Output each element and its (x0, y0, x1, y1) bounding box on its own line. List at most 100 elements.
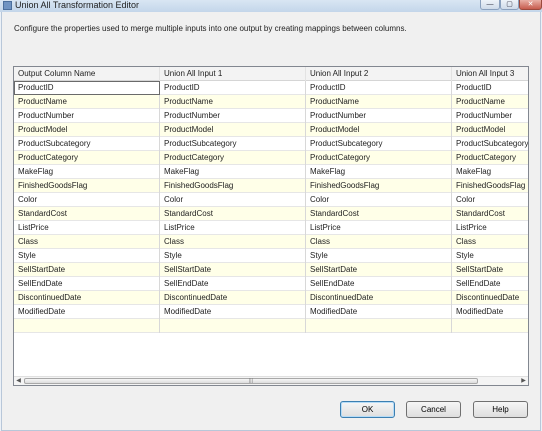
input-column-cell[interactable]: Color (306, 193, 452, 207)
table-row[interactable]: ModifiedDate ModifiedDate ModifiedDate Modi… (14, 305, 528, 319)
input-column-cell[interactable] (160, 319, 306, 333)
cancel-button[interactable]: Cancel (406, 401, 461, 418)
scrollbar-thumb[interactable]: ||| (24, 378, 478, 384)
table-row[interactable]: ProductID ProductID ProductID ProductID (14, 81, 528, 95)
output-column-cell[interactable]: SellEndDate (14, 277, 160, 291)
input-column-cell[interactable]: ModifiedDate (452, 305, 528, 319)
output-column-cell[interactable]: DiscontinuedDate (14, 291, 160, 305)
input-column-cell[interactable]: MakeFlag (306, 165, 452, 179)
header-union-all-input-2[interactable]: Union All Input 2 (306, 67, 452, 81)
output-column-cell[interactable]: ProductModel (14, 123, 160, 137)
scroll-left-arrow-icon[interactable]: ◀ (14, 377, 23, 385)
table-row[interactable] (14, 319, 528, 333)
header-union-all-input-3[interactable]: Union All Input 3 (452, 67, 528, 81)
input-column-cell[interactable]: ProductSubcategory (306, 137, 452, 151)
input-column-cell[interactable]: DiscontinuedDate (160, 291, 306, 305)
table-row[interactable]: ProductNumber ProductNumber ProductNumber P… (14, 109, 528, 123)
input-column-cell[interactable]: Color (160, 193, 306, 207)
input-column-cell[interactable]: Color (452, 193, 528, 207)
input-column-cell[interactable] (306, 319, 452, 333)
input-column-cell[interactable]: ProductModel (160, 123, 306, 137)
output-column-cell[interactable]: MakeFlag (14, 165, 160, 179)
output-column-cell[interactable]: Class (14, 235, 160, 249)
output-column-cell[interactable]: ProductName (14, 95, 160, 109)
input-column-cell[interactable]: ProductNumber (306, 109, 452, 123)
input-column-cell[interactable]: Style (160, 249, 306, 263)
input-column-cell[interactable]: ModifiedDate (306, 305, 452, 319)
table-row[interactable]: SellEndDate SellEndDate SellEndDate SellEnd… (14, 277, 528, 291)
input-column-cell[interactable]: SellEndDate (160, 277, 306, 291)
input-column-cell[interactable]: ProductID (452, 81, 528, 95)
table-row[interactable]: ListPrice ListPrice ListPrice ListPrice (14, 221, 528, 235)
input-column-cell[interactable]: ProductID (160, 81, 306, 95)
input-column-cell[interactable]: FinishedGoodsFlag (160, 179, 306, 193)
input-column-cell[interactable]: ProductCategory (452, 151, 528, 165)
output-column-cell[interactable]: ProductSubcategory (14, 137, 160, 151)
table-row[interactable]: Color Color Color Color (14, 193, 528, 207)
header-output-column-name[interactable]: Output Column Name (14, 67, 160, 81)
output-column-cell[interactable]: FinishedGoodsFlag (14, 179, 160, 193)
input-column-cell[interactable]: ProductName (452, 95, 528, 109)
ok-button[interactable]: OK (340, 401, 395, 418)
table-row[interactable]: DiscontinuedDate DiscontinuedDate Disconti… (14, 291, 528, 305)
input-column-cell[interactable]: FinishedGoodsFlag (306, 179, 452, 193)
input-column-cell[interactable]: ModifiedDate (160, 305, 306, 319)
input-column-cell[interactable]: StandardCost (160, 207, 306, 221)
output-column-cell[interactable]: Color (14, 193, 160, 207)
input-column-cell[interactable]: ProductNumber (452, 109, 528, 123)
input-column-cell[interactable]: StandardCost (452, 207, 528, 221)
scroll-right-arrow-icon[interactable]: ▶ (519, 377, 528, 385)
output-column-cell[interactable]: StandardCost (14, 207, 160, 221)
output-column-cell[interactable]: ModifiedDate (14, 305, 160, 319)
output-column-cell[interactable] (14, 319, 160, 333)
table-row[interactable]: ProductName ProductName ProductName Product… (14, 95, 528, 109)
help-button[interactable]: Help (473, 401, 528, 418)
input-column-cell[interactable]: FinishedGoodsFlag (452, 179, 528, 193)
output-column-cell[interactable]: ProductCategory (14, 151, 160, 165)
output-column-cell[interactable]: ProductID (14, 81, 160, 95)
input-column-cell[interactable]: SellStartDate (306, 263, 452, 277)
table-row[interactable]: FinishedGoodsFlag FinishedGoodsFlag Finish… (14, 179, 528, 193)
input-column-cell[interactable]: ProductName (306, 95, 452, 109)
table-row[interactable]: StandardCost StandardCost StandardCost Stan… (14, 207, 528, 221)
input-column-cell[interactable]: Style (306, 249, 452, 263)
input-column-cell[interactable]: DiscontinuedDate (306, 291, 452, 305)
input-column-cell[interactable]: Class (306, 235, 452, 249)
input-column-cell[interactable]: ListPrice (306, 221, 452, 235)
minimize-button[interactable]: — (480, 0, 500, 10)
close-button[interactable]: ✕ (519, 0, 542, 10)
input-column-cell[interactable]: SellEndDate (306, 277, 452, 291)
input-column-cell[interactable] (452, 319, 528, 333)
input-column-cell[interactable]: MakeFlag (452, 165, 528, 179)
input-column-cell[interactable]: MakeFlag (160, 165, 306, 179)
input-column-cell[interactable]: ProductCategory (306, 151, 452, 165)
table-row[interactable]: Class Class Class Class (14, 235, 528, 249)
table-row[interactable]: ProductSubcategory ProductSubcategory Prod… (14, 137, 528, 151)
input-column-cell[interactable]: SellEndDate (452, 277, 528, 291)
input-column-cell[interactable]: ProductModel (306, 123, 452, 137)
input-column-cell[interactable]: ProductNumber (160, 109, 306, 123)
output-column-cell[interactable]: ListPrice (14, 221, 160, 235)
input-column-cell[interactable]: ProductModel (452, 123, 528, 137)
input-column-cell[interactable]: ProductSubcategory (160, 137, 306, 151)
output-column-cell[interactable]: Style (14, 249, 160, 263)
input-column-cell[interactable]: DiscontinuedDate (452, 291, 528, 305)
table-row[interactable]: Style Style Style Style (14, 249, 528, 263)
horizontal-scrollbar[interactable]: ◀ ||| ▶ (14, 376, 528, 385)
input-column-cell[interactable]: SellStartDate (160, 263, 306, 277)
input-column-cell[interactable]: Class (160, 235, 306, 249)
table-row[interactable]: ProductCategory ProductCategory ProductCat… (14, 151, 528, 165)
input-column-cell[interactable]: ProductName (160, 95, 306, 109)
column-mapping-grid[interactable]: Output Column Name Union All Input 1 Uni… (13, 66, 529, 386)
input-column-cell[interactable]: ProductSubcategory (452, 137, 528, 151)
maximize-button[interactable]: ▢ (500, 0, 519, 10)
table-row[interactable]: SellStartDate SellStartDate SellStartDate S… (14, 263, 528, 277)
input-column-cell[interactable]: Style (452, 249, 528, 263)
input-column-cell[interactable]: StandardCost (306, 207, 452, 221)
output-column-cell[interactable]: SellStartDate (14, 263, 160, 277)
input-column-cell[interactable]: ProductCategory (160, 151, 306, 165)
input-column-cell[interactable]: ProductID (306, 81, 452, 95)
input-column-cell[interactable]: ListPrice (160, 221, 306, 235)
input-column-cell[interactable]: SellStartDate (452, 263, 528, 277)
header-union-all-input-1[interactable]: Union All Input 1 (160, 67, 306, 81)
